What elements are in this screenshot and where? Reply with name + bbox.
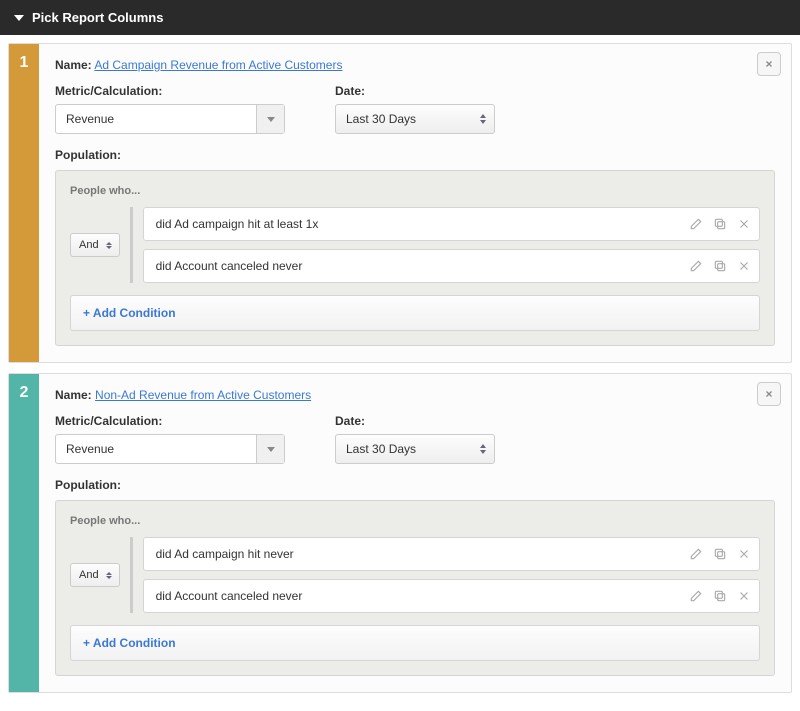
condition-row: did Ad campaign hit never: [143, 537, 760, 571]
date-label: Date:: [335, 84, 495, 98]
edit-icon[interactable]: [689, 589, 703, 603]
operator-value: And: [79, 239, 99, 251]
date-value: Last 30 Days: [336, 112, 478, 126]
name-label: Name:: [55, 388, 92, 402]
delete-icon[interactable]: [737, 547, 751, 561]
copy-icon[interactable]: [713, 259, 727, 273]
condition-text: did Ad campaign hit at least 1x: [156, 217, 689, 231]
condition-list: did Ad campaign hit at least 1x did Acco…: [130, 207, 760, 283]
copy-icon[interactable]: [713, 217, 727, 231]
date-value: Last 30 Days: [336, 442, 478, 456]
add-condition-button[interactable]: + Add Condition: [70, 625, 760, 661]
copy-icon[interactable]: [713, 547, 727, 561]
edit-icon[interactable]: [689, 259, 703, 273]
column-number-badge: 2: [9, 374, 39, 692]
stepper-icon: [478, 444, 494, 454]
copy-icon[interactable]: [713, 589, 727, 603]
population-box: People who... And did Ad campaign hit ne…: [55, 500, 775, 676]
operator-select[interactable]: And: [70, 563, 120, 587]
chevron-down-icon: [14, 15, 24, 21]
date-label: Date:: [335, 414, 495, 428]
population-label: Population:: [55, 148, 775, 162]
condition-row: did Ad campaign hit at least 1x: [143, 207, 760, 241]
stepper-icon: [478, 114, 494, 124]
section-header[interactable]: Pick Report Columns: [0, 0, 800, 35]
people-who-label: People who...: [70, 515, 760, 527]
condition-text: did Account canceled never: [156, 259, 689, 273]
date-select[interactable]: Last 30 Days: [335, 434, 495, 464]
metric-value: Revenue: [56, 442, 256, 456]
report-column-card: 2 Name: Non-Ad Revenue from Active Custo…: [8, 373, 792, 693]
population-box: People who... And did Ad campaign hit at…: [55, 170, 775, 346]
edit-icon[interactable]: [689, 547, 703, 561]
delete-icon[interactable]: [737, 589, 751, 603]
metric-select[interactable]: Revenue: [55, 434, 285, 464]
condition-text: did Account canceled never: [156, 589, 689, 603]
metric-value: Revenue: [56, 112, 256, 126]
edit-icon[interactable]: [689, 217, 703, 231]
stepper-icon: [103, 242, 115, 249]
name-label: Name:: [55, 58, 92, 72]
operator-select[interactable]: And: [70, 233, 120, 257]
operator-value: And: [79, 569, 99, 581]
stepper-icon: [103, 572, 115, 579]
people-who-label: People who...: [70, 185, 760, 197]
condition-text: did Ad campaign hit never: [156, 547, 689, 561]
condition-row: did Account canceled never: [143, 249, 760, 283]
report-column-card: 1 Name: Ad Campaign Revenue from Active …: [8, 43, 792, 363]
metric-label: Metric/Calculation:: [55, 414, 285, 428]
column-number-badge: 1: [9, 44, 39, 362]
population-label: Population:: [55, 478, 775, 492]
column-name-link[interactable]: Ad Campaign Revenue from Active Customer…: [94, 58, 342, 72]
remove-column-button[interactable]: [757, 52, 781, 76]
dropdown-icon: [256, 105, 284, 133]
condition-row: did Account canceled never: [143, 579, 760, 613]
delete-icon[interactable]: [737, 217, 751, 231]
date-select[interactable]: Last 30 Days: [335, 104, 495, 134]
column-name-link[interactable]: Non-Ad Revenue from Active Customers: [95, 388, 311, 402]
section-title: Pick Report Columns: [32, 10, 163, 25]
metric-label: Metric/Calculation:: [55, 84, 285, 98]
delete-icon[interactable]: [737, 259, 751, 273]
metric-select[interactable]: Revenue: [55, 104, 285, 134]
dropdown-icon: [256, 435, 284, 463]
remove-column-button[interactable]: [757, 382, 781, 406]
add-condition-button[interactable]: + Add Condition: [70, 295, 760, 331]
condition-list: did Ad campaign hit never did Account ca…: [130, 537, 760, 613]
